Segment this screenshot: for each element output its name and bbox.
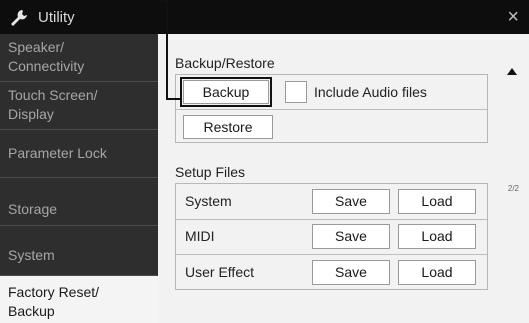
- save-button-label: Save: [335, 193, 367, 209]
- system-load-button[interactable]: Load: [398, 189, 476, 214]
- divider: [176, 254, 487, 255]
- restore-button[interactable]: Restore: [183, 115, 273, 139]
- include-audio-checkbox[interactable]: [285, 81, 307, 103]
- scroll-up-arrow-icon[interactable]: [507, 68, 517, 75]
- main-panel: Backup/Restore Backup Include Audio file…: [158, 34, 529, 323]
- divider: [176, 109, 487, 110]
- sidebar-item-touch-screen-display[interactable]: Touch Screen/ Display: [0, 82, 158, 130]
- include-audio-label: Include Audio files: [314, 84, 427, 100]
- setup-row-label: MIDI: [185, 228, 215, 244]
- backup-restore-heading: Backup/Restore: [175, 55, 275, 71]
- page-indicator: 2/2: [507, 184, 519, 193]
- save-button-label: Save: [335, 228, 367, 244]
- callout-line: [166, 98, 182, 100]
- close-icon[interactable]: ×: [507, 6, 519, 28]
- setup-row-label: System: [185, 193, 232, 209]
- setup-files-heading: Setup Files: [175, 164, 246, 180]
- backup-button-label: Backup: [202, 84, 250, 100]
- user-effect-load-button[interactable]: Load: [398, 260, 476, 285]
- system-save-button[interactable]: Save: [312, 189, 390, 214]
- sidebar-item-parameter-lock[interactable]: Parameter Lock: [0, 130, 158, 178]
- sidebar-item-system[interactable]: System: [0, 226, 158, 276]
- load-button-label: Load: [421, 193, 453, 209]
- setup-row-label: User Effect: [185, 264, 254, 280]
- sidebar: Speaker/ Connectivity Touch Screen/ Disp…: [0, 34, 158, 323]
- load-button-label: Load: [421, 264, 453, 280]
- wrench-icon: [11, 10, 27, 26]
- backup-button[interactable]: Backup: [183, 80, 269, 104]
- sidebar-item-storage[interactable]: Storage: [0, 178, 158, 226]
- midi-load-button[interactable]: Load: [398, 224, 476, 249]
- window-title: Utility: [38, 9, 75, 26]
- callout-line: [166, 0, 168, 100]
- sidebar-item-factory-reset-backup[interactable]: Factory Reset/ Backup: [0, 276, 158, 323]
- utility-screen: Utility × Speaker/ Connectivity Touch Sc…: [0, 0, 529, 323]
- title-bar: Utility ×: [0, 0, 529, 34]
- sidebar-item-speaker-connectivity[interactable]: Speaker/ Connectivity: [0, 34, 158, 82]
- midi-save-button[interactable]: Save: [312, 224, 390, 249]
- restore-button-label: Restore: [203, 119, 253, 135]
- divider: [176, 219, 487, 220]
- save-button-label: Save: [335, 264, 367, 280]
- load-button-label: Load: [421, 228, 453, 244]
- user-effect-save-button[interactable]: Save: [312, 260, 390, 285]
